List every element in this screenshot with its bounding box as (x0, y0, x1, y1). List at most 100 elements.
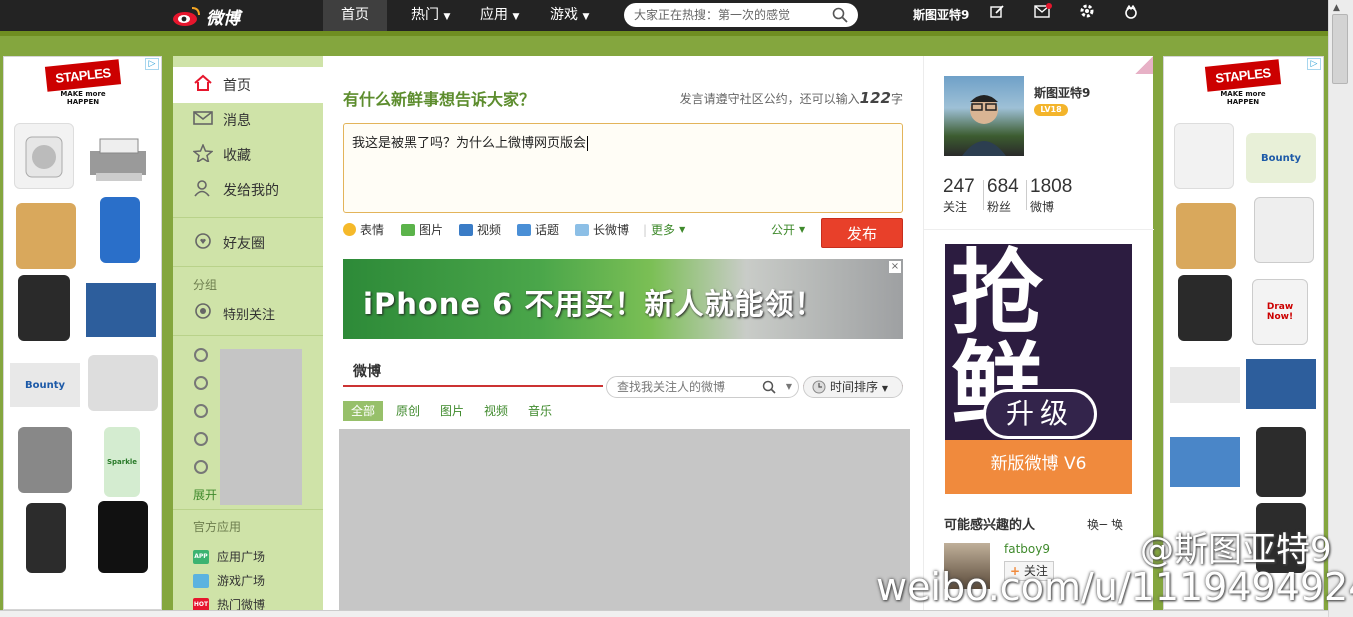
watermark-url: weibo.com/u/1119494924 (876, 565, 1353, 609)
scroll-up-arrow-icon[interactable]: ▲ (1333, 3, 1340, 13)
gear-icon[interactable] (1079, 0, 1095, 31)
weibo-logo[interactable]: 微博 (172, 2, 240, 30)
group-ring-icon[interactable] (194, 460, 208, 474)
sidebar-item-sent-to-me[interactable]: 发给我的 (193, 179, 279, 201)
image-icon (401, 223, 415, 236)
promo-upgrade-pill: 升级 (983, 389, 1097, 439)
sidebar-app-games[interactable]: 游戏广场 (193, 572, 265, 589)
stat-posts-label: 微博 (1030, 200, 1055, 214)
nav-tab-apps[interactable]: 应用 ▼ (462, 0, 537, 31)
sidebar-item-home[interactable]: 首页 (193, 74, 251, 96)
nav-tab-hot-label: 热门 (411, 7, 439, 23)
sidebar-item-sent-to-me-label: 发给我的 (223, 183, 279, 199)
filter-video[interactable]: 视频 (476, 401, 516, 421)
product-heater-image (18, 275, 70, 341)
staples-tagline: MAKE more HAPPEN (1220, 90, 1266, 106)
divider (173, 266, 323, 267)
product-ink-image (98, 501, 148, 573)
filter-images[interactable]: 图片 (432, 401, 472, 421)
stat-posts[interactable]: 1808 微博 (1030, 176, 1072, 215)
product-drawnow-image: Draw Now! (1252, 279, 1308, 345)
global-search-input[interactable]: 大家正在热搜：第一次的感觉 (624, 3, 858, 27)
product-batteries-image (16, 203, 76, 269)
stat-following[interactable]: 247 关注 (943, 176, 975, 215)
home-icon (193, 74, 213, 96)
sidebar-item-messages[interactable]: 消息 (193, 109, 251, 131)
clock-icon (812, 380, 826, 400)
caret-down-icon: ▼ (582, 12, 590, 22)
upgrade-promo-ad[interactable]: 抢鲜 升级 新版微博 V6 (945, 244, 1132, 494)
close-icon[interactable]: × (889, 261, 901, 273)
scrollbar-thumb[interactable] (1332, 14, 1348, 84)
nav-tab-games[interactable]: 游戏 ▼ (532, 0, 607, 31)
product-batteries-image (1176, 203, 1236, 269)
nav-underline (0, 31, 1328, 36)
group-ring-icon[interactable] (194, 404, 208, 418)
nav-tab-apps-label: 应用 (480, 7, 508, 23)
group-ring-icon[interactable] (194, 432, 208, 446)
caret-down-icon[interactable]: ▼ (786, 377, 792, 397)
search-icon[interactable] (832, 7, 848, 31)
product-heater-image (1178, 275, 1232, 341)
nav-tab-hot[interactable]: 热门 ▼ (393, 0, 468, 31)
publish-button[interactable]: 发布 (821, 218, 903, 248)
group-ring-icon[interactable] (194, 376, 208, 390)
tool-more[interactable]: | 更多 ▼ (643, 221, 685, 238)
promo-banner[interactable]: iPhone 6 不用买！新人就能领！ × (343, 259, 903, 339)
page-corner-icon[interactable] (1135, 56, 1153, 74)
time-sort-dropdown[interactable]: 时间排序 ▼ (803, 376, 903, 398)
filter-original[interactable]: 原创 (388, 401, 428, 421)
sidebar-item-special-follow[interactable]: 特别关注 (193, 302, 275, 324)
divider (983, 180, 984, 210)
group-heading: 分组 (193, 278, 218, 292)
search-placeholder: 大家正在热搜：第一次的感觉 (634, 8, 791, 22)
avatar[interactable] (944, 76, 1024, 156)
profile-username[interactable]: 斯图亚特9 (1034, 84, 1090, 101)
expand-link[interactable]: 展开 (193, 486, 217, 503)
filter-all[interactable]: 全部 (343, 401, 384, 421)
product-heater2-image (1256, 427, 1306, 497)
divider (173, 335, 323, 336)
crown-icon[interactable] (1123, 0, 1139, 31)
sidebar-item-special-follow-label: 特别关注 (223, 307, 276, 323)
product-cleaner-image (100, 197, 140, 263)
tool-image[interactable]: 图片 (401, 221, 443, 238)
product-paper-image (86, 283, 156, 337)
sidebar-item-favorites[interactable]: 收藏 (192, 143, 251, 166)
adchoices-icon[interactable]: ▷ (1307, 58, 1321, 70)
product-sparkle-image: Sparkle (104, 427, 140, 497)
message-icon[interactable] (1034, 0, 1052, 31)
app-store-icon: APP (193, 549, 209, 564)
product-fan-image (14, 123, 74, 189)
top-username[interactable]: 斯图亚特9 (913, 0, 969, 31)
stat-fans[interactable]: 684 粉丝 (987, 176, 1019, 215)
nav-tab-home[interactable]: 首页 (323, 0, 387, 31)
sidebar-item-friends[interactable]: 好友圈 (193, 232, 265, 254)
weibo-eye-icon (172, 5, 202, 27)
visibility-dropdown[interactable]: 公开 ▼ (771, 221, 805, 238)
nav-tab-games-label: 游戏 (550, 7, 578, 23)
search-icon[interactable] (762, 380, 776, 400)
filter-music[interactable]: 音乐 (520, 401, 560, 421)
compose-icon[interactable] (990, 0, 1005, 31)
sidebar-app-store[interactable]: APP 应用广场 (193, 548, 265, 565)
char-limit-unit: 字 (890, 92, 903, 106)
tool-topic[interactable]: 话题 (517, 221, 559, 238)
vertical-scrollbar[interactable]: ▲ (1328, 0, 1353, 617)
tool-video-label: 视频 (477, 223, 502, 237)
feed-search-input[interactable]: 查找我关注人的微博 ▼ (606, 376, 799, 398)
char-limit-note: 发言请遵守社区公约，还可以输入122字 (680, 89, 903, 107)
post-composer-textarea[interactable]: 我这是被黑了吗？为什么上微博网页版会 (343, 123, 903, 213)
tool-video[interactable]: 视频 (459, 221, 501, 238)
caret-down-icon: ▼ (443, 12, 451, 22)
left-ad-banner[interactable]: STAPLES MAKE more HAPPEN ▷ Bounty Sparkl… (3, 56, 162, 610)
group-ring-icon[interactable] (194, 348, 208, 362)
divider: | (643, 222, 648, 237)
tool-emoji[interactable]: 表情 (343, 221, 384, 238)
feed-tab-weibo[interactable]: 微博 (353, 361, 381, 381)
level-badge[interactable]: LV18 (1034, 104, 1068, 116)
adchoices-icon[interactable]: ▷ (145, 58, 159, 70)
tool-long-weibo[interactable]: 长微博 (575, 221, 629, 238)
sidebar-item-friends-label: 好友圈 (223, 236, 265, 252)
weibo-watermark-logo (1040, 488, 1130, 562)
